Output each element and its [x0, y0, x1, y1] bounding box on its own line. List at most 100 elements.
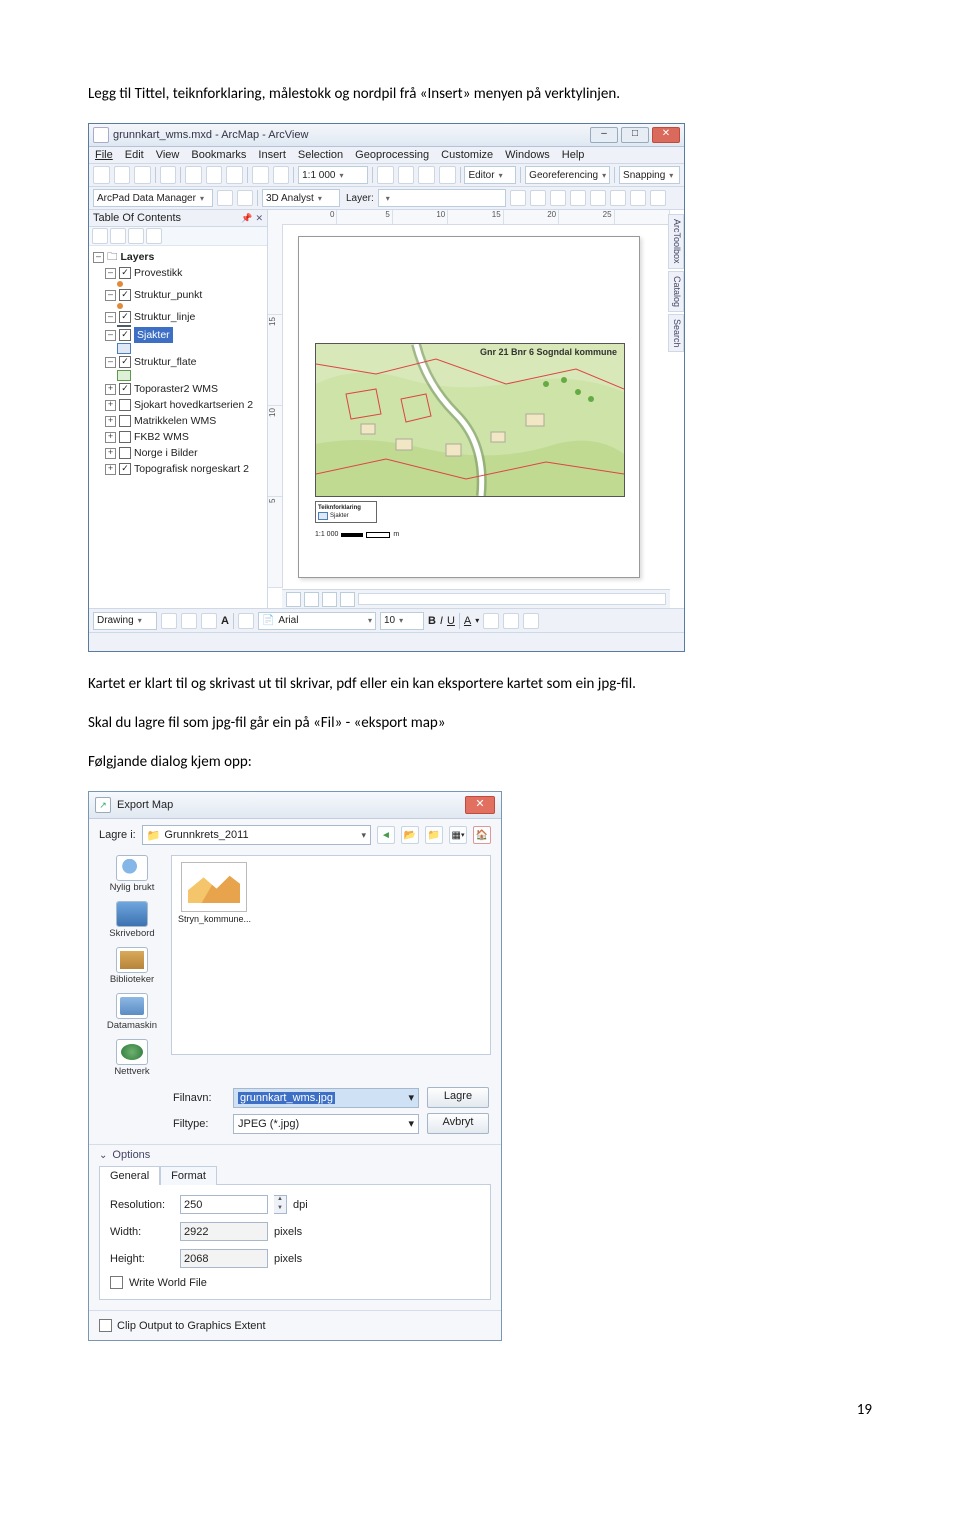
cut-icon[interactable] [185, 166, 202, 184]
tool-icon[interactable] [377, 166, 394, 184]
layer-dropdown[interactable]: ▾ [378, 189, 506, 207]
layer-item[interactable]: +✓Topografisk norgeskart 2 [93, 461, 263, 477]
font-color-button[interactable]: A [464, 615, 471, 627]
select-elements-icon[interactable] [161, 613, 177, 629]
list-by-drawing-order-icon[interactable] [92, 228, 108, 244]
tool-icon[interactable] [550, 190, 566, 206]
save-button[interactable]: Lagre [427, 1087, 489, 1108]
save-in-dropdown[interactable]: 📁Grunnkrets_2011▾ [142, 825, 371, 845]
menu-bookmarks[interactable]: Bookmarks [191, 149, 246, 161]
filetype-dropdown[interactable]: JPEG (*.jpg)▾ [233, 1114, 419, 1134]
tab-search[interactable]: Search [668, 314, 684, 353]
back-icon[interactable]: ◄ [377, 826, 395, 844]
print-icon[interactable] [160, 166, 177, 184]
layout-canvas[interactable]: 0510152025 15105 [268, 210, 684, 608]
menu-view[interactable]: View [156, 149, 180, 161]
tool-icon[interactable] [510, 190, 526, 206]
tool-icon[interactable] [590, 190, 606, 206]
menu-edit[interactable]: Edit [125, 149, 144, 161]
layout-view-icon[interactable] [304, 592, 319, 607]
refresh-icon[interactable] [322, 592, 337, 607]
editor-dropdown[interactable]: Editor▾ [464, 166, 516, 184]
file-thumbnail[interactable]: Stryn_kommune... [178, 862, 250, 924]
tool-icon[interactable] [217, 190, 233, 206]
pause-icon[interactable] [340, 592, 355, 607]
tool-icon[interactable] [610, 190, 626, 206]
marker-color-icon[interactable] [523, 613, 539, 629]
list-by-selection-icon[interactable] [146, 228, 162, 244]
menu-file[interactable]: File [95, 149, 113, 161]
layer-item[interactable]: –✓Struktur_linje [93, 309, 263, 325]
pin-icon[interactable]: 📌 [241, 213, 252, 223]
font-dropdown[interactable]: 📄Arial▾ [258, 612, 376, 630]
layer-item[interactable]: –✓Struktur_flate [93, 354, 263, 370]
home-icon[interactable]: 🏠 [473, 826, 491, 844]
save-icon[interactable] [134, 166, 151, 184]
list-by-visibility-icon[interactable] [128, 228, 144, 244]
write-world-file-checkbox[interactable] [110, 1276, 123, 1289]
layer-item[interactable]: +Sjokart hovedkartserien 2 [93, 397, 263, 413]
underline-button[interactable]: U [447, 615, 455, 627]
tool-icon[interactable] [398, 166, 415, 184]
layer-item[interactable]: +FKB2 WMS [93, 429, 263, 445]
options-header[interactable]: ⌄ Options [89, 1144, 501, 1165]
copy-icon[interactable] [206, 166, 223, 184]
drawing-dropdown[interactable]: Drawing▾ [93, 612, 157, 630]
place-network[interactable]: Nettverk [114, 1039, 149, 1077]
tab-arctoolbox[interactable]: ArcToolbox [668, 214, 684, 269]
map-frame[interactable] [315, 343, 625, 497]
data-view-icon[interactable] [286, 592, 301, 607]
list-by-source-icon[interactable] [110, 228, 126, 244]
place-desktop[interactable]: Skrivebord [109, 901, 154, 939]
layer-item-selected[interactable]: –✓Sjakter [93, 327, 263, 343]
place-libraries[interactable]: Biblioteker [110, 947, 154, 985]
tab-format[interactable]: Format [160, 1166, 217, 1185]
resolution-input[interactable]: 250 [180, 1195, 268, 1214]
menu-insert[interactable]: Insert [258, 149, 286, 161]
clip-output-checkbox[interactable] [99, 1319, 112, 1332]
minimize-button[interactable]: – [590, 127, 618, 143]
bold-button[interactable]: B [428, 615, 436, 627]
undo-icon[interactable] [252, 166, 269, 184]
up-folder-icon[interactable]: 📂 [401, 826, 419, 844]
filename-input[interactable]: grunnkart_wms.jpg▾ [233, 1088, 419, 1108]
menu-selection[interactable]: Selection [298, 149, 343, 161]
menu-customize[interactable]: Customize [441, 149, 493, 161]
scrollbar-horizontal[interactable] [358, 593, 666, 605]
file-list[interactable]: Stryn_kommune... [171, 855, 491, 1055]
layer-item[interactable]: +Matrikkelen WMS [93, 413, 263, 429]
paste-icon[interactable] [226, 166, 243, 184]
place-computer[interactable]: Datamaskin [107, 993, 157, 1031]
new-icon[interactable] [93, 166, 110, 184]
layer-item[interactable]: +Norge i Bilder [93, 445, 263, 461]
menu-geoprocessing[interactable]: Geoprocessing [355, 149, 429, 161]
tool-icon[interactable] [418, 166, 435, 184]
tool-icon[interactable] [650, 190, 666, 206]
place-recent[interactable]: Nylig brukt [110, 855, 155, 893]
layer-item[interactable]: +✓Toporaster2 WMS [93, 381, 263, 397]
scale-dropdown[interactable]: 1:1 000▾ [298, 166, 368, 184]
views-icon[interactable]: ▦▾ [449, 826, 467, 844]
rotate-icon[interactable] [181, 613, 197, 629]
page-layout[interactable]: Gnr 21 Bnr 6 Sogndal kommune Teiknforkla… [298, 236, 640, 578]
3d-analyst-dropdown[interactable]: 3D Analyst▾ [262, 189, 340, 207]
resolution-spinner[interactable]: ▲▼ [274, 1195, 287, 1214]
line-color-icon[interactable] [503, 613, 519, 629]
text-tool-icon[interactable] [238, 613, 254, 629]
snapping-dropdown[interactable]: Snapping▾ [619, 166, 680, 184]
toc-close-icon[interactable]: ✕ [255, 213, 263, 223]
redo-icon[interactable] [273, 166, 290, 184]
georeferencing-dropdown[interactable]: Georeferencing▾ [525, 166, 610, 184]
tool-icon[interactable] [630, 190, 646, 206]
tab-catalog[interactable]: Catalog [668, 271, 684, 312]
tool-icon[interactable] [237, 190, 253, 206]
cancel-button[interactable]: Avbryt [427, 1113, 489, 1134]
open-icon[interactable] [114, 166, 131, 184]
italic-button[interactable]: I [440, 615, 443, 627]
arcpad-dropdown[interactable]: ArcPad Data Manager▾ [93, 189, 213, 207]
close-button[interactable]: ✕ [652, 127, 680, 143]
tool-icon[interactable] [530, 190, 546, 206]
tool-icon[interactable] [439, 166, 456, 184]
dialog-close-button[interactable]: ✕ [465, 796, 495, 814]
menu-windows[interactable]: Windows [505, 149, 550, 161]
